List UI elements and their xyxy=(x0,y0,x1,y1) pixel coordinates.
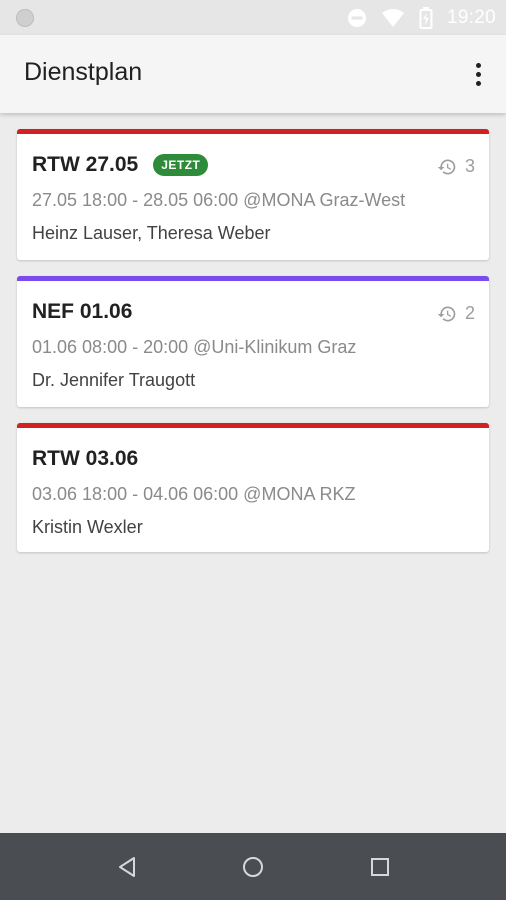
app-bar: Dienstplan xyxy=(0,35,506,113)
status-time: 19:20 xyxy=(446,6,496,28)
shift-title: RTW 03.06 xyxy=(32,447,139,470)
system-nav-bar xyxy=(0,833,506,900)
shift-card[interactable]: RTW 27.05 JETZT 3 27.05 18:00 - 28.05 06… xyxy=(17,129,489,260)
shift-time-location: 27.05 18:00 - 28.05 06:00 @MONA Graz-Wes… xyxy=(32,190,406,210)
status-bar: 19:20 xyxy=(0,0,506,35)
history-count: 2 xyxy=(464,303,475,323)
shift-card[interactable]: RTW 03.06 03.06 18:00 - 04.06 06:00 @MON… xyxy=(17,423,489,552)
shift-people: Dr. Jennifer Traugott xyxy=(32,370,196,390)
shift-list: RTW 27.05 JETZT 3 27.05 18:00 - 28.05 06… xyxy=(17,129,489,568)
history-indicator: 3 xyxy=(437,156,475,177)
history-icon xyxy=(437,304,457,324)
battery-icon xyxy=(419,6,433,29)
history-indicator: 2 xyxy=(437,303,475,324)
wifi-icon xyxy=(381,8,405,28)
page-title: Dienstplan xyxy=(24,58,143,86)
shift-people: Heinz Lauser, Theresa Weber xyxy=(32,223,271,243)
back-icon[interactable] xyxy=(113,853,141,881)
history-icon xyxy=(437,157,457,177)
shift-title: RTW 27.05 xyxy=(32,153,139,176)
history-count: 3 xyxy=(464,156,475,176)
shift-people: Kristin Wexler xyxy=(32,517,143,537)
more-vert-icon[interactable] xyxy=(468,57,488,91)
shift-time-location: 03.06 18:00 - 04.06 06:00 @MONA RKZ xyxy=(32,484,356,504)
shift-time-location: 01.06 08:00 - 20:00 @Uni-Klinikum Graz xyxy=(32,337,357,357)
now-badge: JETZT xyxy=(153,154,209,176)
do-not-disturb-icon xyxy=(347,8,367,28)
home-icon[interactable] xyxy=(239,853,267,881)
shift-title: NEF 01.06 xyxy=(32,300,133,323)
notification-dot-icon xyxy=(16,9,34,27)
shift-card[interactable]: NEF 01.06 2 01.06 08:00 - 20:00 @Uni-Kli… xyxy=(17,276,489,407)
recents-icon[interactable] xyxy=(366,853,394,881)
